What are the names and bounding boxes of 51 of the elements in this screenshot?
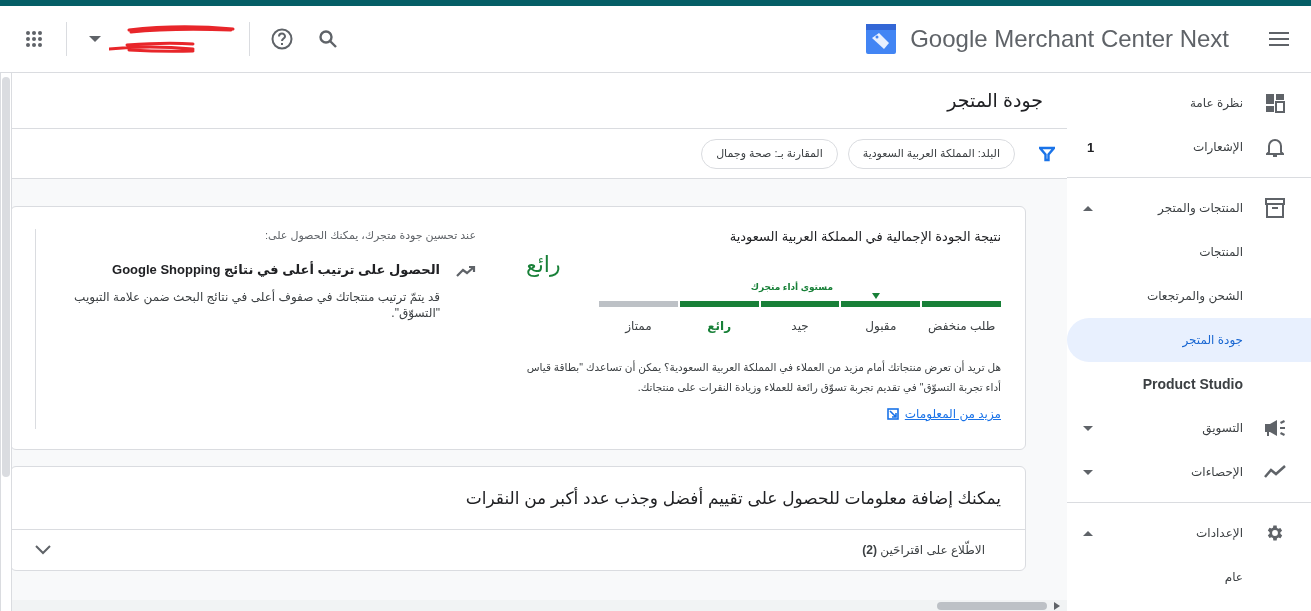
benefit-title: الحصول على ترتيب أعلى في نتائج Google Shopping [111,262,440,277]
notification-count: 1 [1087,139,1095,155]
filter-chip[interactable]: المقارنة بـ: صحة وجمال [701,138,838,169]
caret-icon[interactable] [1083,425,1093,431]
archive-icon [1265,198,1285,218]
intro-text: عند تحسين جودة متجرك، يمكنك الحصول على: [263,229,476,242]
caret-icon[interactable] [1083,205,1093,211]
scroll-arrow-icon[interactable] [1054,601,1060,610]
external-link-icon [886,408,899,420]
apps-icon[interactable] [25,30,43,48]
page-title: جودة المتجر [12,73,1067,129]
nav-item[interactable]: المنتجات والمتجر [1067,186,1311,230]
filter-icon[interactable] [1039,145,1055,162]
learn-more-link[interactable]: مزيد من المعلومات [904,407,1001,421]
description-text: هل تريد أن تعرض منتجاتك أمام مزيد من العملاء في المملكة العربية السعودية؟ يمكن أن تساعدك "بطاقة قياس أداء تجربة التسوّق" في تقديم تجربة تسوّق رائعة للعملاء وزيادة النقرات على منتجاتك. [526,359,1001,396]
scale-label: رائع [707,319,732,333]
quality-rating: رائع [526,252,561,278]
dashboard-icon [1265,93,1285,113]
caret-icon[interactable] [1083,530,1093,536]
benefit-description: قد يتمّ ترتيب منتجاتك في صفوف أعلى في نتائج البحث ضمن علامة التبويب "التسوّق". [74,289,440,321]
nav-item[interactable]: الإعدادات [1067,511,1311,555]
caret-icon[interactable] [89,36,101,42]
bell-icon [1266,137,1284,157]
menu-icon[interactable] [1269,32,1289,46]
help-icon[interactable] [271,28,293,50]
nav-item[interactable]: الشحن والمرتجعات [1067,274,1311,318]
nav-item[interactable]: نظرة عامة [1067,81,1311,125]
card-title: نتيجة الجودة الإجمالية في المملكة العربية السعودية [728,229,1001,244]
chevron-icon[interactable] [35,545,51,555]
nav-item[interactable]: جودة المتجر [1067,318,1311,362]
nav-item[interactable]: التسويق [1067,406,1311,450]
scale-label: مقبول [865,319,897,333]
nav-item[interactable]: المنتجات [1067,230,1311,274]
vertical-scrollbar[interactable] [0,73,12,611]
megaphone-icon [1264,419,1286,437]
search-icon[interactable] [319,30,337,48]
settings-icon [1265,523,1285,543]
nav-item[interactable]: عام [1067,555,1311,599]
filter-chip[interactable]: البلد: المملكة العربية السعودية [847,138,1015,169]
logo-icon [866,24,897,54]
nav-item[interactable]: الإحصاءات [1067,450,1311,494]
scale-label: جيد [791,319,809,333]
nav-item[interactable]: Product Studio [1067,362,1311,406]
caret-icon[interactable] [1083,469,1093,475]
product-name: Google Merchant Center Next [910,25,1229,53]
trending-up-icon [456,265,476,277]
scale-label: ممتاز [625,319,652,333]
scale-label: طلب منخفض [928,319,996,333]
trend-icon [1264,465,1286,479]
horizontal-scrollbar[interactable] [12,600,1067,611]
marker-label: مستوى أداء متجرك [749,282,834,292]
